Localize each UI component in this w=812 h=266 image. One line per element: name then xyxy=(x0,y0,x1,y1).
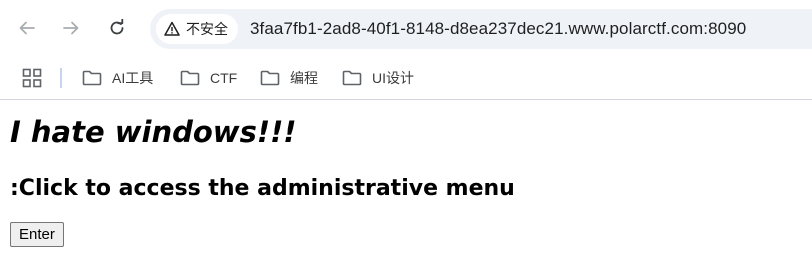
bookmark-folder-ui-design[interactable]: UI设计 xyxy=(342,66,414,90)
apps-grid-icon[interactable] xyxy=(22,68,42,88)
bookmark-folder-ctf[interactable]: CTF xyxy=(180,66,237,90)
folder-icon xyxy=(82,70,102,86)
bookmark-folder-programming[interactable]: 编程 xyxy=(260,66,318,90)
bookmark-label: 编程 xyxy=(290,70,318,86)
browser-toolbar: 不安全 3faa7fb1-2ad8-40f1-8148-d8ea237dec21… xyxy=(0,0,812,56)
reload-button[interactable] xyxy=(102,13,132,43)
warning-icon xyxy=(164,21,180,36)
bookmark-label: AI工具 xyxy=(112,70,154,86)
bookmarks-bar: AI工具 CTF 编程 UI设计 xyxy=(0,56,812,100)
folder-icon xyxy=(260,70,280,86)
browser-window: 不安全 3faa7fb1-2ad8-40f1-8148-d8ea237dec21… xyxy=(0,0,812,266)
page-subheading: :Click to access the administrative menu xyxy=(10,176,515,201)
enter-button[interactable]: Enter xyxy=(10,222,64,247)
forward-arrow-icon xyxy=(63,21,79,35)
page-heading: I hate windows!!! xyxy=(10,115,297,149)
bookmark-label: CTF xyxy=(210,70,238,86)
folder-icon xyxy=(180,70,200,86)
security-label: 不安全 xyxy=(186,21,228,37)
address-bar[interactable]: 不安全 3faa7fb1-2ad8-40f1-8148-d8ea237dec21… xyxy=(150,9,812,49)
forward-button[interactable] xyxy=(56,13,86,43)
reload-icon xyxy=(110,19,124,35)
security-indicator[interactable]: 不安全 xyxy=(156,14,238,44)
folder-icon xyxy=(342,70,362,86)
bookmarks-separator xyxy=(60,68,62,88)
bookmark-folder-ai-tools[interactable]: AI工具 xyxy=(82,66,153,90)
page-content: I hate windows!!! :Click to access the a… xyxy=(0,114,812,247)
bookmark-label: UI设计 xyxy=(372,70,414,86)
url-text[interactable]: 3faa7fb1-2ad8-40f1-8148-d8ea237dec21.www… xyxy=(250,19,746,39)
back-button[interactable] xyxy=(12,13,42,43)
back-arrow-icon xyxy=(19,21,35,35)
